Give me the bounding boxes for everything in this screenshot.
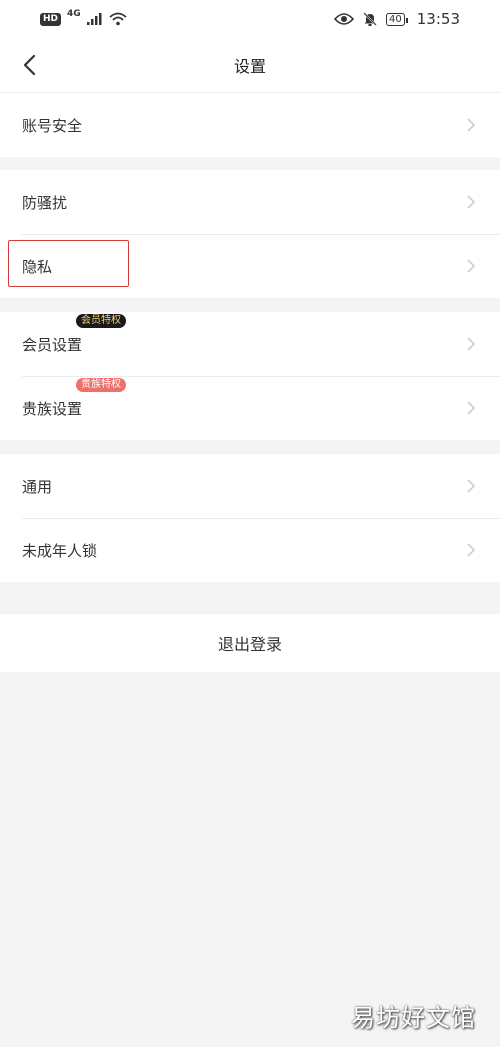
settings-group-account: 账号安全	[0, 93, 500, 157]
settings-item-noble[interactable]: 贵族设置 贵族特权	[0, 376, 500, 440]
eye-icon	[334, 13, 355, 25]
settings-item-label: 贵族设置	[22, 399, 83, 418]
hd-icon: HD	[40, 12, 62, 26]
page-title: 设置	[233, 57, 266, 76]
settings-item-label: 账号安全	[22, 116, 83, 135]
highlight-box	[8, 240, 129, 287]
noble-privilege-badge: 贵族特权	[76, 377, 126, 392]
settings-item-label: 会员设置	[22, 335, 83, 354]
settings-item-anti-harassment[interactable]: 防骚扰	[0, 170, 500, 234]
settings-group-general: 通用 未成年人锁	[0, 454, 500, 582]
signal-icon	[86, 13, 102, 25]
settings-item-label: 通用	[22, 477, 53, 496]
watermark: 易坊好文馆	[351, 1004, 476, 1032]
status-bar: HD 4G 40 13:53	[0, 0, 500, 38]
logout-label: 退出登录	[217, 635, 282, 654]
network-type: 4G	[67, 9, 81, 19]
logout-button[interactable]: 退出登录	[0, 614, 500, 672]
settings-item-label: 未成年人锁	[22, 541, 98, 560]
settings-item-account-security[interactable]: 账号安全	[0, 93, 500, 157]
member-privilege-badge: 会员特权	[76, 313, 126, 328]
chevron-right-icon	[467, 401, 476, 415]
battery-icon: 40	[386, 12, 408, 26]
chevron-right-icon	[467, 118, 476, 132]
chevron-right-icon	[467, 543, 476, 557]
settings-item-member[interactable]: 会员设置 会员特权	[0, 312, 500, 376]
settings-item-general[interactable]: 通用	[0, 454, 500, 518]
settings-item-minor-lock[interactable]: 未成年人锁	[0, 518, 500, 582]
back-arrow-icon[interactable]	[18, 50, 44, 80]
nav-header: 设置	[0, 38, 500, 93]
wifi-icon	[109, 12, 127, 26]
chevron-right-icon	[467, 195, 476, 209]
chevron-right-icon	[467, 479, 476, 493]
mute-bell-icon	[363, 12, 377, 26]
settings-item-label: 防骚扰	[22, 193, 68, 212]
clock: 13:53	[416, 10, 460, 28]
settings-group-membership: 会员设置 会员特权 贵族设置 贵族特权	[0, 312, 500, 440]
chevron-right-icon	[467, 337, 476, 351]
chevron-right-icon	[467, 259, 476, 273]
